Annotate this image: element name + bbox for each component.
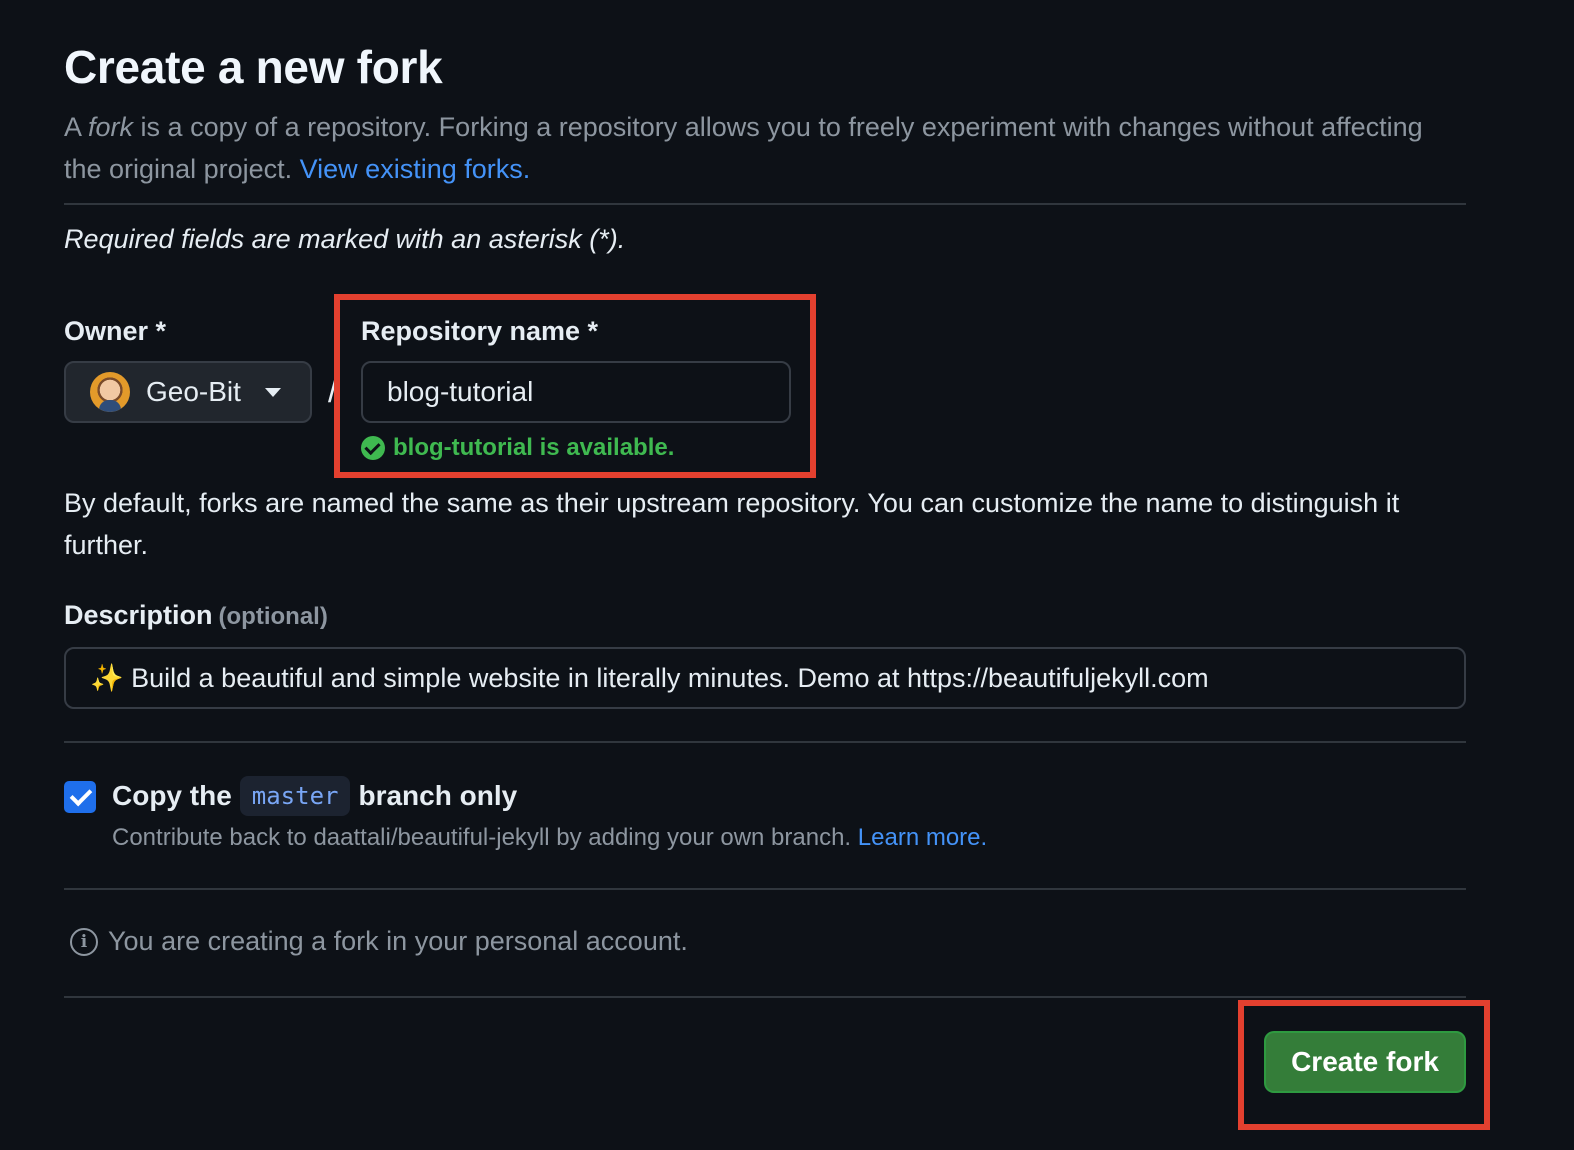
description-label-text: Description [64, 600, 213, 630]
copy-label-after: branch only [358, 780, 518, 811]
divider [64, 741, 1466, 743]
caret-down-icon [264, 387, 281, 397]
intro-fork-word: fork [88, 112, 134, 142]
description-input[interactable] [64, 647, 1466, 709]
naming-help-text: By default, forks are named the same as … [64, 488, 1400, 560]
divider [64, 203, 1466, 205]
create-fork-button[interactable]: Create fork [1264, 1031, 1466, 1093]
divider [64, 888, 1466, 890]
personal-account-info: i You are creating a fork in your person… [70, 926, 688, 957]
fork-page: Create a new fork A fork is a copy of a … [0, 0, 1574, 1150]
availability-text: blog-tutorial is available. [393, 434, 675, 461]
avatar [90, 372, 130, 412]
copy-branch-label[interactable]: Copy the master branch only [112, 776, 517, 816]
intro-part-b: is a copy of a repository. Forking a rep… [64, 112, 1423, 184]
description-label: Description (optional) [64, 600, 328, 631]
owner-name: Geo-Bit [146, 376, 241, 407]
availability-status: blog-tutorial is available. [361, 434, 674, 462]
intro-text: A fork is a copy of a repository. Forkin… [64, 106, 1464, 190]
owner-dropdown[interactable]: Geo-Bit [64, 361, 312, 423]
copy-branch-checkbox[interactable] [64, 781, 96, 813]
repository-name-label: Repository name * [361, 316, 599, 346]
copy-sub-text: Contribute back to daattali/beautiful-je… [112, 824, 858, 851]
copy-branch-description: Contribute back to daattali/beautiful-je… [112, 824, 987, 852]
check-circle-icon [361, 436, 385, 460]
view-existing-forks-link[interactable]: View existing forks. [300, 154, 531, 184]
owner-label: Owner * [64, 316, 167, 346]
divider [64, 996, 1466, 998]
branch-name-chip: master [239, 776, 351, 816]
intro-part-a: A [64, 112, 89, 142]
info-icon: i [70, 927, 98, 956]
learn-more-link[interactable]: Learn more. [858, 824, 987, 851]
info-text: You are creating a fork in your personal… [108, 926, 688, 956]
required-fields-note: Required fields are marked with an aster… [64, 224, 626, 254]
optional-hint: (optional) [218, 603, 328, 630]
copy-label-before: Copy the [112, 780, 232, 811]
page-title: Create a new fork [64, 41, 443, 93]
repository-name-input[interactable] [361, 361, 791, 423]
